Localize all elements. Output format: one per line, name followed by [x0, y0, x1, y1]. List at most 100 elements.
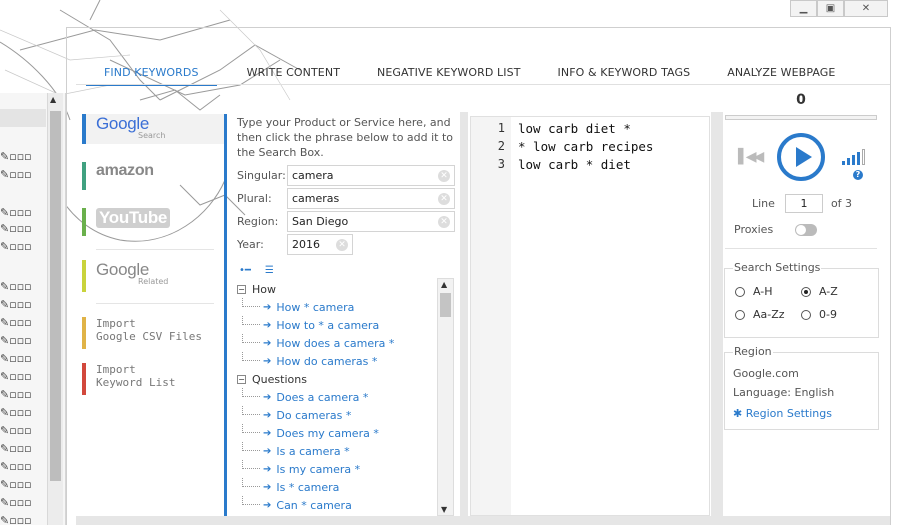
plural-value: cameras	[292, 192, 340, 205]
pencil-icon: ✎	[0, 334, 10, 347]
proxies-label: Proxies	[734, 223, 774, 236]
phrase-item[interactable]: ➔ Does a camera *	[237, 388, 443, 406]
region-input[interactable]: San Diego ✕	[287, 211, 455, 232]
tag-icon: ▫	[24, 206, 32, 219]
sort-option-a-h[interactable]: A-H	[735, 285, 773, 298]
search-box-editor[interactable]: 1 low carb diet * 2 * low carb recipes 3…	[470, 116, 710, 516]
plural-input[interactable]: cameras ✕	[287, 188, 455, 209]
editor-line[interactable]: 2 * low carb recipes	[471, 137, 654, 155]
background-header-bar	[0, 109, 46, 127]
phrase-item[interactable]: ➔ How do cameras *	[237, 352, 443, 370]
tree-group[interactable]: − How	[237, 280, 443, 298]
column-splitter[interactable]	[711, 112, 723, 516]
source-google-search[interactable]: Google Search	[82, 114, 225, 144]
background-row: ✎▫▫▫	[0, 316, 46, 329]
source-import-csv[interactable]: Import Google CSV Files	[82, 317, 225, 349]
maximize-button[interactable]: ▣	[817, 0, 844, 17]
phrase-item[interactable]: ➔ How * camera	[237, 298, 443, 316]
background-row: ✎▫▫▫	[0, 352, 46, 365]
arrow-right-icon: ➔	[263, 463, 272, 475]
speed-signal-icon[interactable]	[842, 149, 866, 165]
phrase-item[interactable]: ➔ Do cameras *	[237, 406, 443, 424]
proxies-toggle[interactable]	[795, 223, 818, 236]
scroll-up-icon[interactable]: ▲	[441, 280, 447, 289]
tab-info-keyword-tags[interactable]: INFO & KEYWORD TAGS	[558, 60, 691, 86]
editor-line[interactable]: 3 low carb * diet	[471, 155, 631, 173]
line-input[interactable]: 1	[784, 194, 823, 213]
scroll-up-icon[interactable]: ▲	[50, 95, 56, 104]
tag-icon: ▫	[24, 352, 32, 365]
tab-analyze-webpage[interactable]: ANALYZE WEBPAGE	[727, 60, 835, 86]
sort-option-0-9[interactable]: 0-9	[801, 308, 837, 321]
clear-icon[interactable]: ✕	[438, 216, 450, 228]
tag-icon: ▫	[24, 298, 32, 311]
region-settings-link[interactable]: ✱ Region Settings	[733, 407, 832, 420]
phrase-item[interactable]: ➔ Is * camera	[237, 478, 443, 496]
pencil-icon: ✎	[0, 406, 10, 419]
arrow-right-icon: ➔	[263, 409, 272, 421]
minimize-button[interactable]: ▁	[790, 0, 817, 17]
background-row: ✎▫▫▫	[0, 388, 46, 401]
pencil-icon: ✎	[0, 150, 10, 163]
collapse-all-icon[interactable]: •━	[239, 265, 251, 276]
source-sub-label: Search	[138, 131, 166, 140]
phrase-tree-scrollbar[interactable]: ▲ ▼	[437, 278, 454, 516]
phrase-item[interactable]: ➔ Is a camera *	[237, 442, 443, 460]
phrase-label: Is * camera	[276, 480, 340, 494]
skip-back-icon[interactable]: ▌◀◀	[738, 149, 764, 165]
scroll-down-icon[interactable]: ▼	[441, 505, 447, 514]
background-row: ✎▫▫▫	[0, 298, 46, 311]
source-amazon[interactable]: amazon	[82, 162, 225, 190]
column-splitter[interactable]	[460, 112, 468, 516]
tab-write-content[interactable]: WRITE CONTENT	[247, 60, 340, 86]
play-button[interactable]	[777, 133, 826, 181]
background-row: ✎▫▫▫	[0, 168, 46, 181]
singular-input[interactable]: camera ✕	[287, 165, 455, 186]
tree-group[interactable]: − Questions	[237, 370, 443, 388]
progress-bar	[725, 115, 877, 120]
collapse-icon[interactable]: −	[237, 284, 246, 294]
phrase-item[interactable]: ➔ Does my camera *	[237, 424, 443, 442]
radio-selected-icon	[801, 286, 811, 297]
clear-icon[interactable]: ✕	[336, 239, 348, 251]
arrow-right-icon: ➔	[263, 391, 272, 403]
phrase-item[interactable]: ➔ Is my camera *	[237, 460, 443, 478]
import-list-line2: Keyword List	[96, 376, 176, 389]
phrase-item[interactable]: ➔ Can * camera	[237, 496, 443, 514]
pencil-icon: ✎	[0, 206, 10, 219]
background-row: ✎▫▫▫	[0, 460, 46, 473]
tab-find-keywords[interactable]: FIND KEYWORDS	[86, 60, 217, 86]
tab-negative-keyword-list[interactable]: NEGATIVE KEYWORD LIST	[377, 60, 521, 86]
option-label: A-Z	[819, 285, 838, 298]
source-divider	[96, 249, 214, 250]
source-google-related[interactable]: Google Related	[82, 260, 225, 292]
scroll-thumb[interactable]	[440, 293, 451, 317]
youtube-logo: YouTube	[96, 208, 171, 228]
sort-option-aa-zz[interactable]: Aa-Zz	[735, 308, 785, 321]
background-scrollbar[interactable]: ▲	[47, 93, 63, 525]
phrase-item[interactable]: ➔ How to * a camera	[237, 316, 443, 334]
result-count: 0	[796, 92, 806, 108]
phrase-item[interactable]: ➔ How does a camera *	[237, 334, 443, 352]
pencil-icon: ✎	[0, 280, 10, 293]
line-number: 1	[497, 121, 505, 135]
help-icon[interactable]: ?	[853, 170, 863, 180]
collapse-icon[interactable]: −	[237, 374, 246, 384]
source-import-keyword-list[interactable]: Import Keyword List	[82, 363, 225, 395]
region-settings-label: Region Settings	[745, 407, 832, 420]
arrow-right-icon: ➔	[263, 499, 272, 511]
copy-icon: ▫	[9, 478, 17, 491]
expand-all-icon[interactable]: ☰	[265, 265, 274, 276]
editor-line[interactable]: 1 low carb diet *	[471, 119, 631, 137]
year-input[interactable]: 2016 ✕	[287, 234, 353, 255]
sort-option-a-z[interactable]: A-Z	[801, 285, 838, 298]
source-youtube[interactable]: YouTube	[82, 208, 225, 236]
background-row: ✎▫▫▫	[0, 478, 46, 491]
tag-icon: ▫	[24, 478, 32, 491]
background-row: ✎▫▫▫	[0, 424, 46, 437]
clear-icon[interactable]: ✕	[438, 193, 450, 205]
scroll-thumb[interactable]	[50, 111, 61, 481]
close-button[interactable]: ✕	[844, 0, 888, 17]
clear-icon[interactable]: ✕	[438, 170, 450, 182]
bottom-scrollbar[interactable]	[76, 516, 890, 525]
